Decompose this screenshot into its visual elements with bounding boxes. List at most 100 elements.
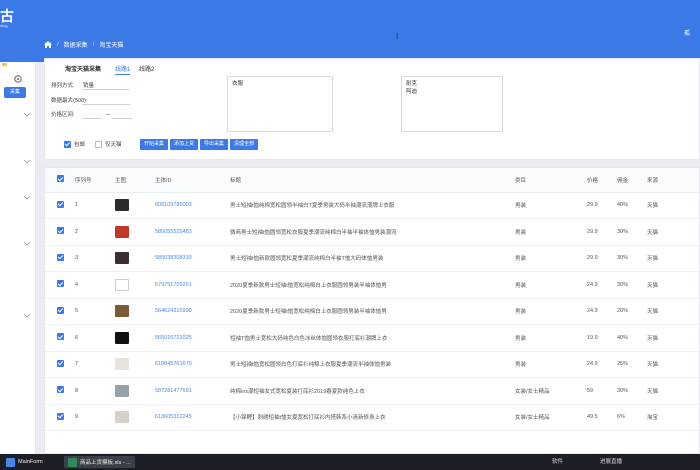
row-select-checkbox[interactable] — [57, 386, 64, 394]
header-title[interactable]: 标题 — [230, 168, 515, 193]
baoyou-checkbox[interactable] — [64, 140, 71, 148]
home-icon[interactable] — [44, 41, 52, 48]
row-thumbnail — [115, 404, 155, 431]
row-title: 男士短袖t恤纯棉宽松圆领半袖白T夏季男装大码半袖潮流潮牌上衣服 — [230, 192, 515, 219]
row-checkbox[interactable] — [45, 404, 75, 431]
sidebar-item-collect[interactable]: 采集 — [4, 87, 26, 98]
tmall-only-option[interactable]: 仅天猫 — [95, 140, 122, 148]
row-checkbox[interactable] — [45, 377, 75, 405]
row-index: 1 — [75, 192, 115, 219]
row-select-checkbox[interactable] — [57, 280, 64, 288]
clear-all-button[interactable]: 清理全部 — [230, 139, 258, 150]
row-commission: 20% — [617, 298, 647, 325]
tray-software[interactable]: 软件 — [552, 457, 563, 465]
row-checkbox[interactable] — [45, 298, 75, 325]
row-id-link[interactable]: 585055525483 — [155, 218, 230, 246]
taskbar-item-excel[interactable]: 商品上货模板.xls - ... — [64, 456, 135, 468]
tab-route-2[interactable]: 线路2 — [139, 64, 154, 73]
header-price[interactable]: 价格 — [587, 168, 617, 193]
header-image[interactable]: 主图 — [115, 168, 155, 193]
max-count-input[interactable] — [82, 104, 130, 105]
row-thumbnail — [115, 324, 155, 352]
row-select-checkbox[interactable] — [57, 306, 64, 314]
row-id-link[interactable]: 610845761670 — [155, 351, 230, 378]
add-listing-button[interactable]: 添加上货 — [170, 139, 198, 150]
row-select-checkbox[interactable] — [57, 412, 64, 420]
product-image — [115, 358, 129, 371]
header-index[interactable]: 序列号 — [75, 168, 115, 193]
keywords-textarea[interactable]: 衣服 — [227, 76, 333, 132]
row-checkbox[interactable] — [45, 245, 75, 272]
row-title: 纯棉ins潮短袖女式宽松夏装打底衫2019春夏款纯色上衣 — [230, 377, 515, 405]
price-min-input[interactable] — [82, 118, 102, 119]
chevron-down-icon[interactable] — [24, 242, 30, 246]
row-select-checkbox[interactable] — [57, 227, 64, 235]
table-row[interactable]: 4 579751705261 2020夏季新款男士短袖t恤宽松纯棉白上衣服圆领男装半… — [45, 271, 699, 299]
row-category: 男装 — [515, 351, 587, 378]
row-thumbnail — [115, 245, 155, 272]
price-max-input[interactable] — [112, 118, 132, 119]
row-id-link[interactable]: 565016721025 — [155, 324, 230, 352]
price-range-label: 价格区间: — [51, 112, 75, 118]
chevron-down-icon[interactable] — [24, 113, 30, 117]
chevron-down-icon[interactable] — [24, 160, 30, 164]
top-bar: 古 ding / 数据采集 / 淘宝天猫 孤 — [0, 0, 700, 62]
row-price: 19.9 — [587, 324, 617, 352]
table-row[interactable]: 8 587281477691 纯棉ins潮短袖女式宽松夏装打底衫2019春夏款纯色上… — [45, 377, 699, 405]
row-id-link[interactable]: 587281477691 — [155, 377, 230, 405]
table-row[interactable]: 5 564624315990 2020夏季新款男士短袖t恤宽松纯棉白上衣服圆领男装半… — [45, 298, 699, 325]
breadcrumb-item-collect[interactable]: 数据采集 — [64, 40, 88, 49]
row-select-checkbox[interactable] — [57, 359, 64, 367]
tab-route-1[interactable]: 线路1 — [115, 64, 131, 75]
header-source[interactable]: 来源 — [647, 168, 699, 193]
collect-panel: 淘宝天猫采集 线路1 线路2 排列方式: 销量 数据最大(500): 价格区间:… — [44, 58, 700, 160]
row-checkbox[interactable] — [45, 192, 75, 219]
row-select-checkbox[interactable] — [57, 333, 64, 341]
chevron-down-icon[interactable] — [24, 196, 30, 200]
row-source: 淘宝 — [647, 404, 699, 431]
notes-textarea[interactable]: 耐克 阿迪 — [401, 76, 503, 132]
row-index: 2 — [75, 218, 115, 246]
baoyou-option[interactable]: 包邮 — [64, 140, 85, 148]
user-menu[interactable]: 孤 — [684, 28, 690, 37]
row-category: 男装 — [515, 324, 587, 352]
row-checkbox[interactable] — [45, 218, 75, 246]
table-row[interactable]: 6 565016721025 短袖T恤男士宽松大码纯色白色冰丝体恤圆领衣服打底衫潮牌… — [45, 324, 699, 352]
row-source: 天猫 — [647, 192, 699, 219]
tray-live[interactable]: 进展直播 — [600, 457, 622, 465]
row-thumbnail — [115, 218, 155, 246]
row-index: 4 — [75, 271, 115, 299]
row-id-link[interactable]: 613605312245 — [155, 404, 230, 431]
row-select-checkbox[interactable] — [57, 200, 64, 208]
text-cursor-icon: I — [396, 32, 399, 41]
row-checkbox[interactable] — [45, 351, 75, 378]
row-checkbox[interactable] — [45, 271, 75, 299]
row-price: 29.9 — [587, 218, 617, 246]
row-id-link[interactable]: 585038308339 — [155, 245, 230, 272]
header-commission[interactable]: 佣金 — [617, 168, 647, 193]
taskbar-item-mainform[interactable]: MainForm — [2, 456, 47, 468]
row-source: 天猫 — [647, 245, 699, 272]
chevron-down-icon[interactable] — [24, 314, 30, 318]
row-thumbnail — [115, 192, 155, 219]
header-category[interactable]: 类目 — [515, 168, 587, 193]
sort-select[interactable]: 销量 — [83, 81, 94, 89]
row-checkbox[interactable] — [45, 324, 75, 352]
header-id[interactable]: 主体ID — [155, 168, 230, 193]
table-row[interactable]: 3 585038308339 男士短袖t恤新款圆领宽松夏季潮流纯棉白半袖T恤大码体恤… — [45, 245, 699, 272]
row-select-checkbox[interactable] — [57, 253, 64, 261]
row-id-link[interactable]: 579751705261 — [155, 271, 230, 299]
table-row[interactable]: 7 610845761670 男士短袖t恤宽松圆领白色打底衫纯棉上衣服夏季潮流半袖体… — [45, 351, 699, 378]
export-collect-button[interactable]: 导出采集 — [200, 139, 228, 150]
table-row[interactable]: 9 613605312245 【小锦鲤】刺绣短袖t恤女夏宽松打底衫内搭韩系小清新修身… — [45, 404, 699, 431]
table-row[interactable]: 1 608109785003 男士短袖t恤纯棉宽松圆领半袖白T夏季男装大码半袖潮流潮… — [45, 192, 699, 219]
table-row[interactable]: 2 585055525483 微商男士短袖t恤圆领宽松衣服夏季潮流纯棉白半袖半袖体恤… — [45, 218, 699, 246]
start-collect-button[interactable]: 开始采集 — [140, 139, 168, 150]
tab-taobao-collect[interactable]: 淘宝天猫采集 — [65, 64, 101, 73]
select-all-checkbox[interactable] — [57, 175, 64, 183]
tmall-only-checkbox[interactable] — [95, 140, 102, 148]
row-category: 女装/女士精品 — [515, 377, 587, 405]
row-id-link[interactable]: 608109785003 — [155, 192, 230, 219]
row-id-link[interactable]: 564624315990 — [155, 298, 230, 325]
gear-icon[interactable] — [13, 74, 23, 84]
